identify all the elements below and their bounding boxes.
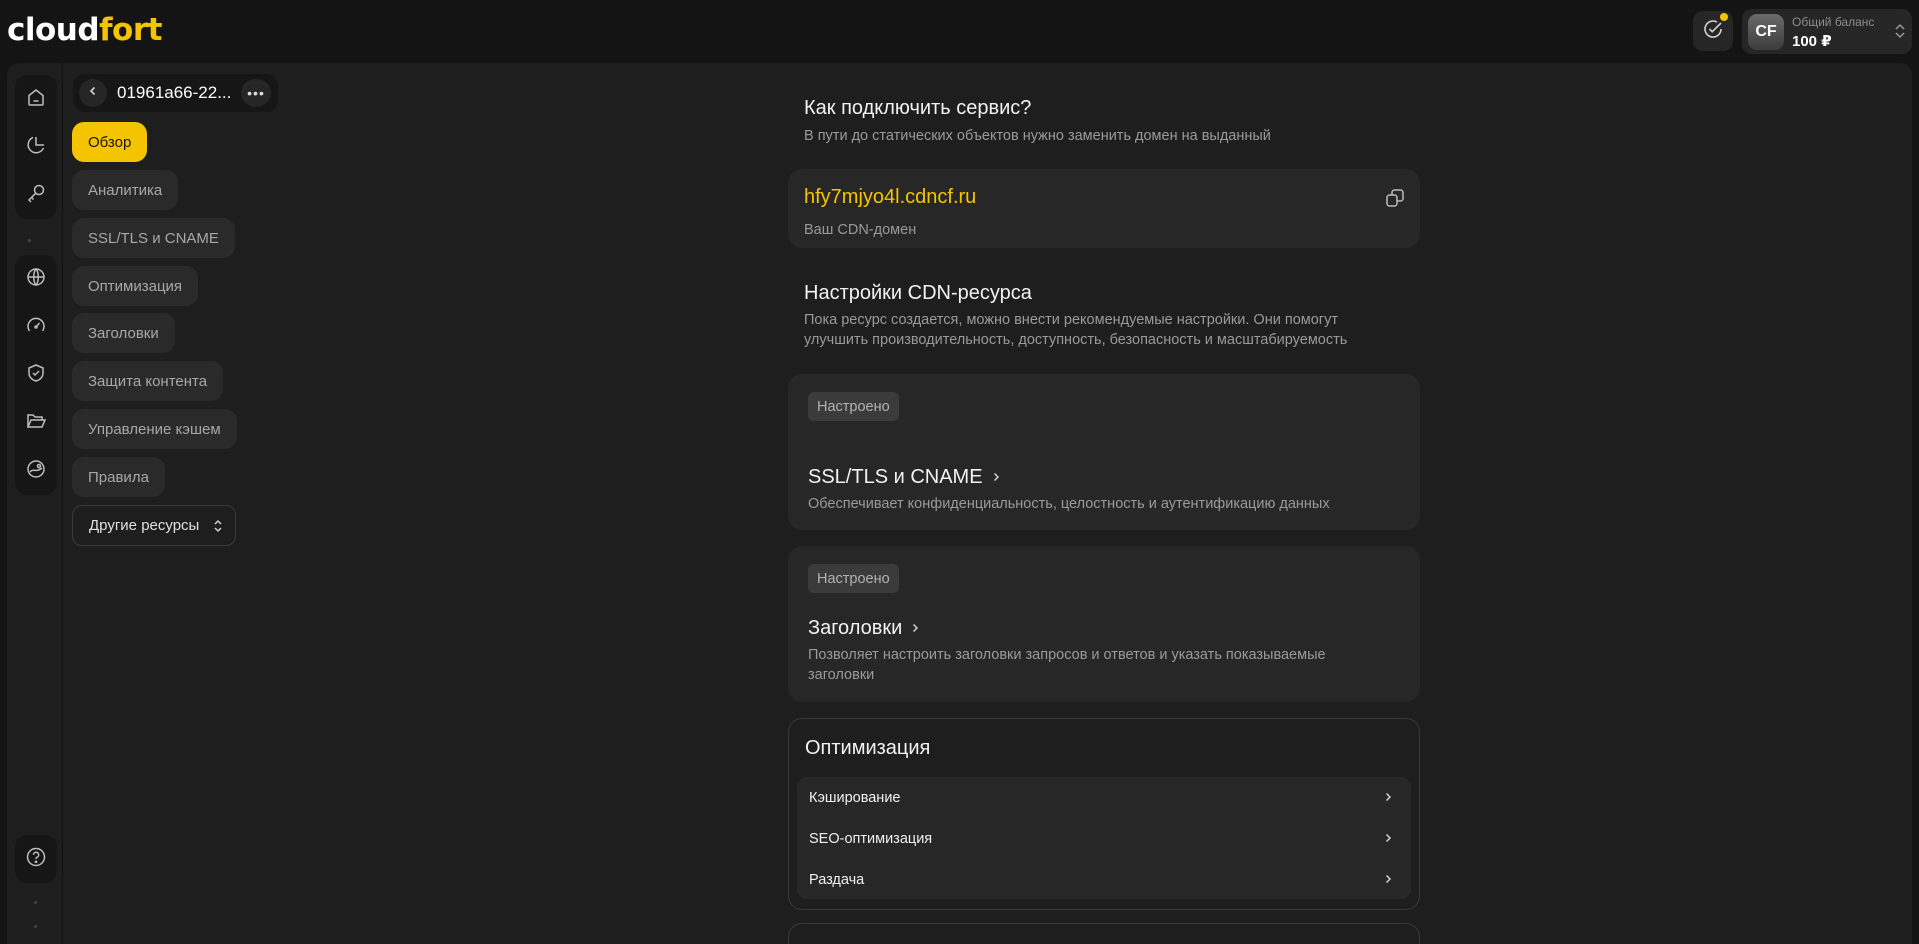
- chevron-left-icon: [87, 84, 99, 102]
- chevron-updown-icon: [1894, 22, 1906, 45]
- key-icon: [25, 182, 47, 209]
- nav-optimization[interactable]: Оптимизация: [72, 266, 199, 306]
- rail-group-services: [15, 255, 57, 495]
- optimization-title: Оптимизация: [805, 737, 931, 759]
- nav-headers[interactable]: Заголовки: [72, 313, 175, 353]
- rail-media[interactable]: [15, 447, 57, 495]
- optimization-row-label: Раздача: [809, 871, 865, 888]
- optimization-row-caching[interactable]: Кэширование: [797, 777, 1411, 818]
- rail-cdn[interactable]: [15, 255, 57, 303]
- storage-icon: [25, 458, 47, 485]
- ssl-settings-link[interactable]: SSL/TLS и CNAME: [808, 466, 1001, 489]
- optimization-row-label: SEO-оптимизация: [809, 830, 933, 847]
- next-section-card: [788, 923, 1420, 944]
- logo-part-fort: fort: [99, 12, 162, 48]
- cdn-domain-value[interactable]: hfy7mjyo4l.cdncf.ru: [804, 186, 976, 209]
- rail-home[interactable]: [15, 75, 57, 123]
- rail-group-top: [15, 75, 57, 219]
- shield-check-icon: [25, 362, 47, 389]
- rail-performance[interactable]: [15, 303, 57, 351]
- headers-settings-card[interactable]: Настроено Заголовки Позволяет настроить …: [788, 546, 1420, 702]
- cdn-domain-card: hfy7mjyo4l.cdncf.ru Ваш CDN-домен: [788, 169, 1420, 248]
- settings-subtitle-line2: улучшить производительность, доступность…: [804, 332, 1348, 348]
- settings-subtitle-line1: Пока ресурс создается, можно внести реко…: [804, 312, 1338, 328]
- headers-settings-title: Заголовки: [808, 617, 903, 639]
- folder-open-icon: [25, 410, 47, 437]
- resource-header: 01961a66-22... •••: [73, 74, 278, 112]
- optimization-row-delivery[interactable]: Раздача: [797, 859, 1411, 900]
- globe-icon: [25, 266, 47, 293]
- resource-name: 01961a66-22...: [117, 83, 232, 102]
- rail-analytics[interactable]: [15, 123, 57, 171]
- speedometer-icon: [25, 314, 47, 341]
- back-button[interactable]: [79, 79, 107, 107]
- nav-content-protection[interactable]: Защита контента: [72, 361, 224, 401]
- status-badge: Настроено: [808, 564, 899, 593]
- home-icon: [25, 86, 47, 113]
- rail-keys[interactable]: [15, 171, 57, 219]
- optimization-row-seo[interactable]: SEO-оптимизация: [797, 818, 1411, 859]
- nav-overview[interactable]: Обзор: [72, 122, 148, 162]
- optimization-card: Оптимизация Кэширование SEO-оптимизация …: [788, 718, 1420, 910]
- balance-value: 100 ₽: [1792, 33, 1832, 50]
- analytics-pie-icon: [25, 134, 47, 161]
- headers-settings-link[interactable]: Заголовки: [808, 617, 920, 640]
- rail-dot: [34, 925, 37, 928]
- chevron-right-icon: [991, 466, 1001, 489]
- copy-icon[interactable]: [1384, 187, 1406, 214]
- cdn-domain-label: Ваш CDN-домен: [804, 222, 917, 238]
- nav-cache-management[interactable]: Управление кэшем: [72, 409, 237, 449]
- status-button[interactable]: [1693, 11, 1733, 51]
- chevron-right-icon: [910, 617, 920, 640]
- ssl-settings-title: SSL/TLS и CNAME: [808, 466, 983, 488]
- notification-dot: [1720, 13, 1728, 21]
- help-icon: [25, 846, 47, 873]
- balance-label: Общий баланс: [1792, 15, 1875, 29]
- check-circle-icon: [1702, 18, 1724, 45]
- avatar: CF: [1748, 14, 1784, 50]
- rail-dot: [34, 901, 37, 904]
- other-resources-label: Другие ресурсы: [89, 517, 200, 534]
- top-bar: cloudfort CF Общий баланс 100 ₽: [0, 0, 1919, 62]
- rail-security[interactable]: [15, 351, 57, 399]
- account-menu[interactable]: CF Общий баланс 100 ₽: [1742, 9, 1912, 54]
- rail-storage[interactable]: [15, 399, 57, 447]
- ssl-settings-card[interactable]: Настроено SSL/TLS и CNAME Обеспечивает к…: [788, 374, 1420, 530]
- more-dots-icon: •••: [247, 85, 265, 101]
- connect-title: Как подключить сервис?: [804, 97, 1032, 119]
- rail-group-help: [15, 835, 57, 883]
- connect-subtitle: В пути до статических объектов нужно зам…: [804, 128, 1271, 144]
- other-resources-select[interactable]: Другие ресурсы: [72, 505, 236, 546]
- headers-settings-desc: Позволяет настроить заголовки запросов и…: [808, 647, 1326, 683]
- logo[interactable]: cloudfort: [7, 12, 162, 48]
- status-badge: Настроено: [808, 392, 899, 421]
- nav-analytics[interactable]: Аналитика: [72, 170, 179, 210]
- more-options-button[interactable]: •••: [241, 79, 271, 107]
- optimization-row-label: Кэширование: [809, 789, 901, 806]
- icon-rail: [7, 63, 63, 944]
- nav-rules[interactable]: Правила: [72, 457, 165, 497]
- logo-part-cloud: cloud: [7, 12, 100, 48]
- ssl-settings-desc: Обеспечивает конфиденциальность, целостн…: [808, 496, 1330, 512]
- rail-help[interactable]: [15, 835, 57, 883]
- settings-title: Настройки CDN-ресурса: [804, 282, 1032, 304]
- nav-ssl-tls[interactable]: SSL/TLS и CNAME: [72, 218, 235, 258]
- rail-separator: [28, 239, 31, 242]
- optimization-list: Кэширование SEO-оптимизация Раздача: [797, 777, 1411, 899]
